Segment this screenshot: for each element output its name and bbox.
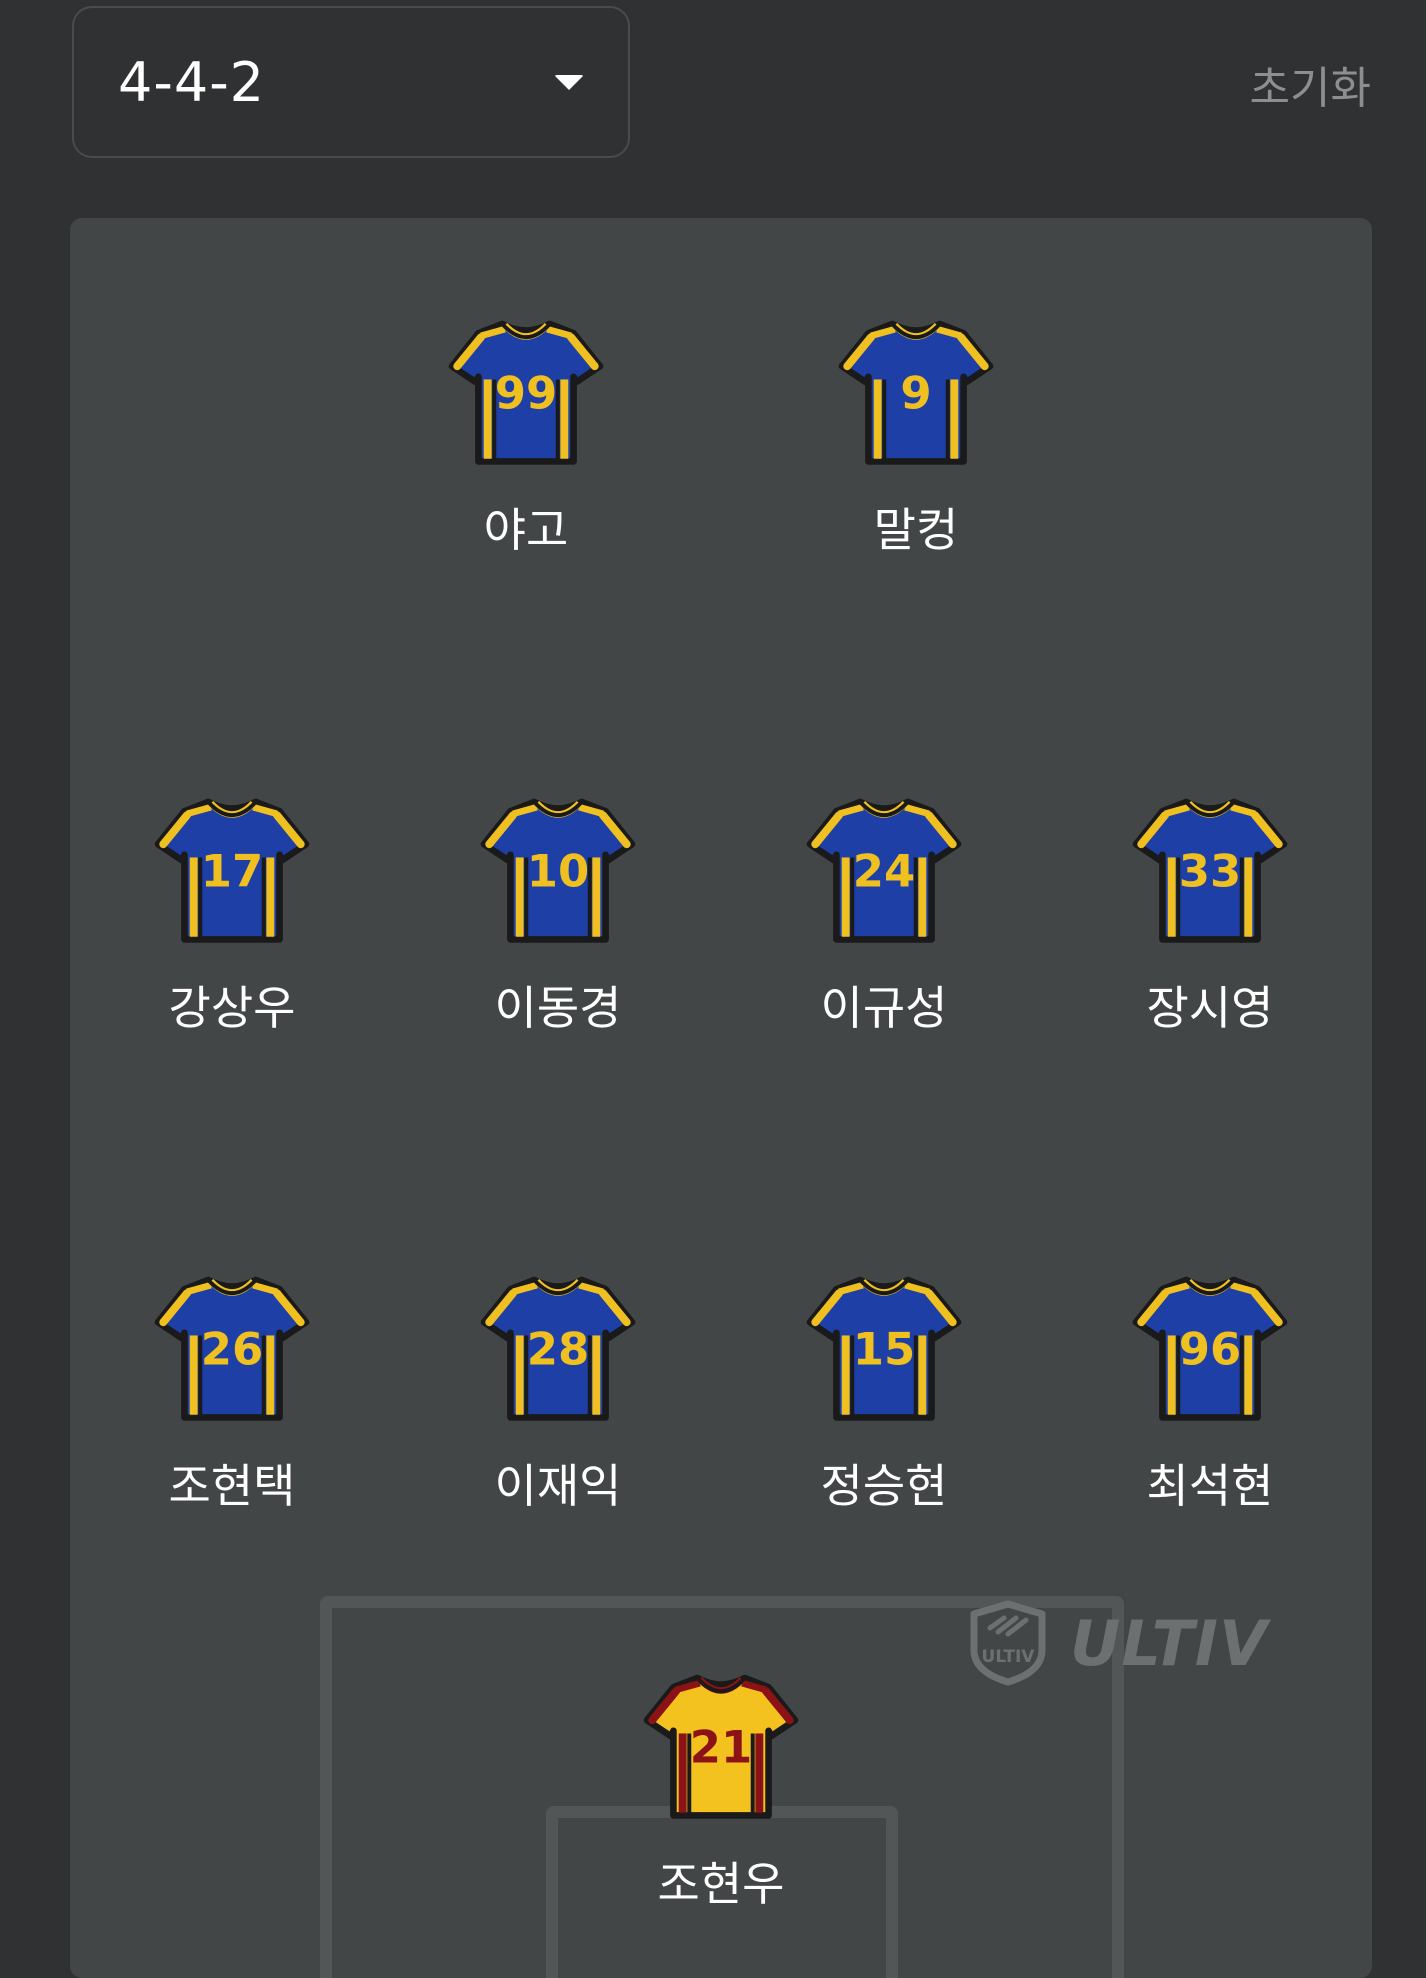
jersey-stripe [950, 379, 959, 459]
ultiv-shield-icon: ULTIV [970, 1600, 1046, 1686]
jersey-stripe [841, 1335, 850, 1415]
jersey-number: 10 [527, 845, 590, 898]
jersey-stripe [1244, 1335, 1253, 1415]
jersey-stripe [266, 857, 275, 937]
reset-button[interactable]: 초기화 [1250, 52, 1371, 116]
jersey-number: 33 [1179, 845, 1242, 898]
player-slot[interactable]: 10 이동경 [448, 794, 668, 1038]
jersey-number: 21 [690, 1721, 753, 1774]
player-slot[interactable]: 17 강상우 [122, 794, 342, 1038]
player-name: 이동경 [494, 981, 622, 1035]
watermark-badge-text: ULTIV [982, 1647, 1036, 1667]
player-name: 장시영 [1146, 981, 1274, 1035]
player-name: 조현우 [657, 1857, 785, 1911]
jersey-stripe [755, 1733, 764, 1813]
player-name: 조현택 [168, 1459, 296, 1513]
player-slot[interactable]: 33 장시영 [1100, 794, 1320, 1038]
watermark: ULTIV ULTIV [968, 1600, 1268, 1686]
jersey-icon: 99 [448, 320, 604, 465]
jersey-stripe [873, 379, 882, 459]
jersey-stripe [189, 1335, 198, 1415]
jersey-stripe [1244, 857, 1253, 937]
jersey-stripe [483, 379, 492, 459]
jersey-icon: 15 [806, 1276, 962, 1421]
player-name: 최석현 [1146, 1459, 1274, 1513]
player-slot[interactable]: 28 이재익 [448, 1272, 668, 1516]
caret-down-icon [554, 74, 584, 90]
jersey-stripe [918, 1335, 927, 1415]
jersey-stripe [1167, 857, 1176, 937]
jersey-number: 28 [527, 1323, 590, 1376]
player-slot[interactable]: 9 말컹 [806, 316, 1026, 560]
jersey-number: 9 [900, 367, 931, 420]
jersey-number: 24 [853, 845, 916, 898]
jersey-number: 96 [1179, 1323, 1242, 1376]
jersey-stripe [1167, 1335, 1176, 1415]
jersey-icon: 33 [1132, 798, 1288, 943]
formation-value: 4-4-2 [118, 50, 266, 114]
jersey-stripe [678, 1733, 687, 1813]
player-name: 이규성 [820, 981, 948, 1035]
pitch: 99 야고 9 말컹 17 강상우 10 이동경 24 이규성 33 장시영 2… [70, 218, 1372, 1978]
jersey-number: 17 [201, 845, 264, 898]
jersey-icon: 21 [643, 1674, 799, 1819]
player-slot-goalkeeper[interactable]: 21 조현우 [611, 1670, 831, 1914]
player-name: 말컹 [873, 503, 959, 557]
jersey-stripe [515, 1335, 524, 1415]
player-name: 정승현 [820, 1459, 948, 1513]
formation-dropdown[interactable]: 4-4-2 [72, 6, 630, 158]
jersey-icon: 26 [154, 1276, 310, 1421]
jersey-stripe [918, 857, 927, 937]
jersey-stripe [266, 1335, 275, 1415]
jersey-number: 26 [201, 1323, 264, 1376]
jersey-icon: 17 [154, 798, 310, 943]
jersey-stripe [841, 857, 850, 937]
jersey-icon: 96 [1132, 1276, 1288, 1421]
jersey-stripe [189, 857, 198, 937]
watermark-brand: ULTIV [1070, 1606, 1268, 1680]
jersey-icon: 24 [806, 798, 962, 943]
jersey-icon: 9 [838, 320, 994, 465]
player-slot[interactable]: 96 최석현 [1100, 1272, 1320, 1516]
jersey-stripe [560, 379, 569, 459]
player-name: 이재익 [494, 1459, 622, 1513]
player-slot[interactable]: 99 야고 [416, 316, 636, 560]
jersey-icon: 10 [480, 798, 636, 943]
player-name: 야고 [483, 503, 569, 557]
player-slot[interactable]: 26 조현택 [122, 1272, 342, 1516]
jersey-stripe [592, 857, 601, 937]
player-slot[interactable]: 24 이규성 [774, 794, 994, 1038]
player-name: 강상우 [168, 981, 296, 1035]
jersey-number: 99 [495, 367, 558, 420]
player-slot[interactable]: 15 정승현 [774, 1272, 994, 1516]
jersey-stripe [592, 1335, 601, 1415]
jersey-stripe [515, 857, 524, 937]
jersey-icon: 28 [480, 1276, 636, 1421]
jersey-number: 15 [853, 1323, 916, 1376]
